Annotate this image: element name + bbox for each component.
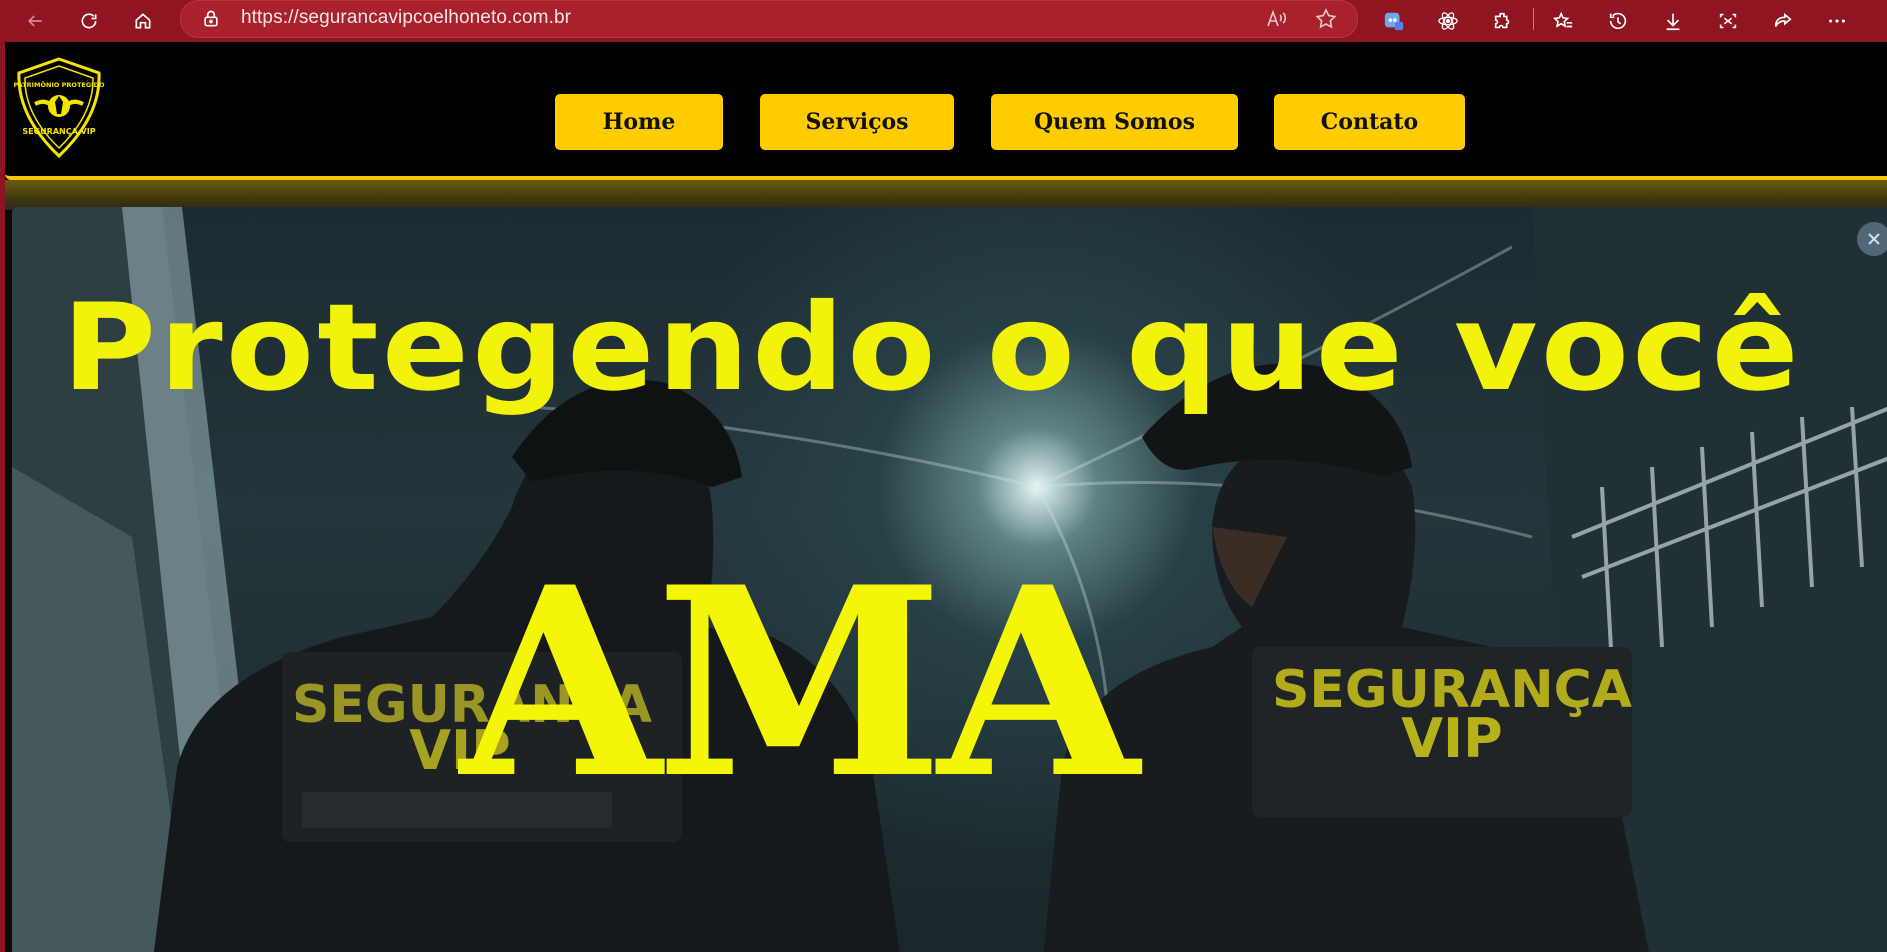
- share-icon: [1774, 12, 1792, 27]
- site-header: PATRIMÔNIO PROTEGIDO SEGURANÇA VIP Home …: [5, 42, 1887, 180]
- hero-banner: SEGURANÇA VIP SEGURANÇA VIP Protegendo o…: [12, 207, 1887, 952]
- share-button[interactable]: [1768, 6, 1798, 36]
- nav-contact-button[interactable]: Contato: [1274, 94, 1465, 150]
- logo-top-text: PATRIMÔNIO PROTEGIDO: [13, 80, 105, 89]
- screenshot-icon: [1719, 13, 1737, 29]
- more-icon: [1829, 19, 1845, 23]
- refresh-button[interactable]: [74, 6, 104, 36]
- react-devtools-button[interactable]: [1433, 6, 1463, 36]
- favorites-button[interactable]: [1548, 6, 1578, 36]
- nav-about-button[interactable]: Quem Somos: [991, 94, 1238, 150]
- page-viewport: PATRIMÔNIO PROTEGIDO SEGURANÇA VIP Home …: [5, 42, 1887, 952]
- address-bar[interactable]: https://segurancavipcoelhoneto.com.br: [180, 0, 1358, 38]
- hero-headline: Protegendo o que você: [62, 279, 1802, 418]
- header-shadow-band: [5, 180, 1887, 210]
- back-icon: [27, 15, 42, 27]
- home-icon: [135, 13, 151, 29]
- refresh-icon: [81, 13, 97, 29]
- overlay-close-button[interactable]: [1857, 222, 1887, 256]
- nav-services-button[interactable]: Serviços: [760, 94, 954, 150]
- patch-right-line2: VIP: [1401, 707, 1502, 770]
- home-button[interactable]: [128, 6, 158, 36]
- logo-bottom-text: SEGURANÇA VIP: [22, 127, 95, 136]
- read-aloud-icon[interactable]: [1264, 7, 1288, 31]
- copilot-icon: [1384, 12, 1404, 31]
- browser-toolbar: https://segurancavipcoelhoneto.com.br: [0, 0, 1887, 42]
- close-icon: [1868, 233, 1880, 245]
- back-button[interactable]: [20, 6, 50, 36]
- url-text[interactable]: https://segurancavipcoelhoneto.com.br: [241, 7, 571, 29]
- download-icon: [1666, 13, 1680, 31]
- lock-icon[interactable]: [201, 9, 221, 29]
- more-button[interactable]: [1822, 6, 1852, 36]
- history-button[interactable]: [1603, 6, 1633, 36]
- copilot-button[interactable]: [1379, 6, 1409, 36]
- download-button[interactable]: [1658, 6, 1688, 36]
- hero-highlight: AMA: [460, 531, 1139, 836]
- history-icon: [1609, 12, 1627, 30]
- logo-badge-icon[interactable]: PATRIMÔNIO PROTEGIDO SEGURANÇA VIP: [13, 56, 105, 160]
- extensions-icon: [1494, 12, 1510, 29]
- extensions-button[interactable]: [1488, 6, 1518, 36]
- favorites-icon: [1552, 11, 1573, 28]
- favorite-star-icon[interactable]: [1314, 7, 1338, 31]
- screenshot-button[interactable]: [1713, 6, 1743, 36]
- nav-home-button[interactable]: Home: [555, 94, 723, 150]
- react-devtools-icon: [1438, 12, 1458, 30]
- toolbar-divider: [1533, 8, 1534, 30]
